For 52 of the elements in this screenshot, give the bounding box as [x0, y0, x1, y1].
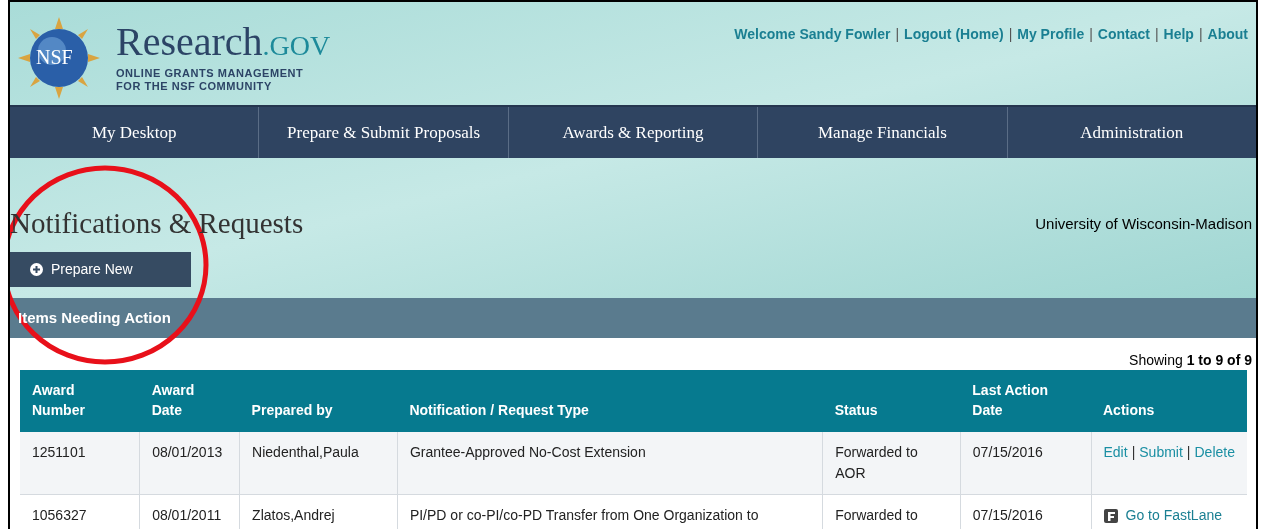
fastlane-icon [1103, 508, 1118, 523]
link-separator: | [895, 25, 900, 44]
column-header: Notification / Request Type [397, 370, 823, 432]
table-cell: 08/01/2013 [152, 444, 223, 460]
prepare-new-button[interactable]: Prepare New [10, 251, 191, 287]
action-link[interactable]: Submit [1139, 444, 1183, 460]
column-header: Award Date [139, 370, 240, 432]
table-cell: 07/15/2016 [972, 507, 1043, 523]
action-separator: | [1131, 444, 1136, 460]
table-cell: PI/PD or co-PI/co-PD Transfer from One Organization to [409, 507, 759, 523]
header-link[interactable]: Help [1163, 24, 1194, 45]
nav-tab[interactable]: Prepare & Submit Proposals [259, 107, 509, 158]
logo-name: Research [116, 22, 263, 62]
nsf-logo-icon [18, 16, 100, 99]
link-separator: | [1198, 25, 1203, 44]
table-cell: Zlatos,Andrej [252, 507, 335, 523]
nav-tab[interactable]: Administration [1007, 107, 1256, 158]
column-header: Award Number [20, 370, 140, 432]
column-header: Actions [1091, 370, 1247, 432]
logo-badge-text: NSF [36, 44, 73, 70]
link-separator: | [1089, 25, 1093, 44]
table-cell: Forwarded to AOR [835, 444, 918, 481]
action-link[interactable]: Edit [1103, 444, 1128, 460]
table-cell: 1056327 [32, 507, 87, 523]
column-header: Last Action Date [960, 370, 1091, 432]
organization-name: University of Wisconsin-Madison [1035, 213, 1252, 234]
table-cell: Niedenthal,Paula [252, 444, 359, 460]
header-link[interactable]: My Profile [1017, 24, 1085, 45]
table-cell: Grantee-Approved No-Cost Extension [409, 444, 646, 460]
table-cell: 1251101 [32, 444, 86, 460]
action-link[interactable]: Delete [1194, 444, 1235, 460]
nav-tab[interactable]: My Desktop [10, 107, 260, 158]
nav-tab[interactable]: Manage Financials [758, 107, 1008, 158]
column-header: Status [822, 370, 961, 432]
link-separator: | [1154, 25, 1159, 44]
header-link[interactable]: Contact [1097, 24, 1150, 45]
action-separator: | [1186, 444, 1191, 460]
logo-suffix: .GOV [262, 29, 331, 63]
welcome-text: Welcome Sandy Fowler [734, 25, 891, 44]
logo-tagline: ONLINE GRANTS MANAGEMENT [116, 67, 305, 80]
nav-tab[interactable]: Awards & Reporting [508, 107, 759, 158]
table-cell: 08/01/2011 [152, 507, 222, 523]
plus-circle-icon [30, 262, 43, 276]
header-link[interactable]: Logout (Home) [904, 24, 1004, 45]
link-separator: | [1008, 25, 1013, 44]
results-count: Showing 1 to 9 of 9 [1129, 351, 1252, 370]
fastlane-link[interactable]: Go to FastLane [1103, 505, 1222, 526]
column-header: Prepared by [239, 370, 398, 432]
table-cell: Forwarded to [835, 507, 918, 523]
logo-tagline: FOR THE NSF COMMUNITY [116, 80, 273, 93]
table-cell: 07/15/2016 [972, 444, 1043, 460]
header-link[interactable]: About [1207, 24, 1248, 45]
